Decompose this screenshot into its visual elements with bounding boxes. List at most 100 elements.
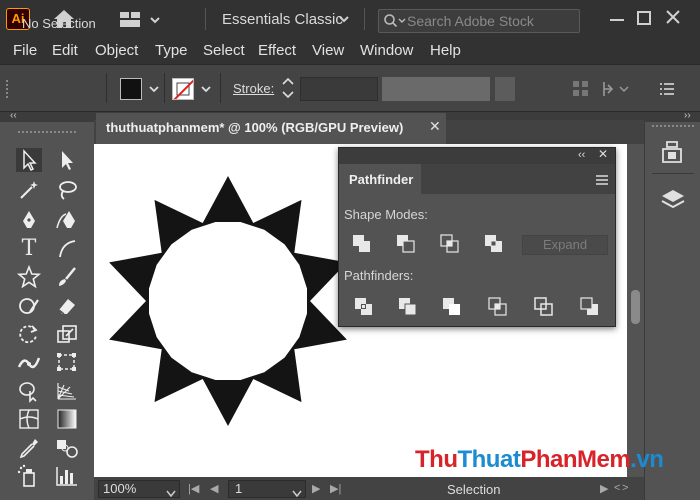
menu-bar: File Edit Object Type Select Effect View… [0,38,700,64]
menu-view[interactable]: View [312,42,344,59]
menu-object[interactable]: Object [95,42,138,59]
illustrator-window: Ai Essentials Classic File Edit Object T… [0,0,700,500]
gradient-tool-icon[interactable] [54,407,80,431]
scrollbar-thumb[interactable] [631,290,640,324]
watermark: ThuThuatPhanMem.vn [415,446,664,474]
rotate-tool-icon[interactable] [16,322,42,346]
scroll-left-icon[interactable]: < [614,482,620,494]
fill-color-swatch[interactable] [120,78,142,100]
chevron-down-icon[interactable] [292,485,302,500]
stock-search-input[interactable] [407,13,577,29]
control-separator [106,73,107,103]
divide-button[interactable] [352,295,376,319]
mesh-tool-icon[interactable] [16,407,42,431]
lasso-tool-icon[interactable] [54,178,80,202]
curvature-tool-icon[interactable] [54,208,80,232]
next-artboard-icon[interactable]: ▶ [312,482,320,495]
menu-type[interactable]: Type [155,42,188,59]
dropdown-button[interactable] [495,77,515,101]
menu-edit[interactable]: Edit [52,42,78,59]
selection-status: No Selection [22,16,96,31]
shape-builder-tool-icon[interactable] [16,379,42,403]
expand-button[interactable]: Expand [522,235,608,255]
eyedropper-tool-icon[interactable] [16,436,42,460]
chevron-down-icon[interactable] [147,82,161,101]
watermark-part: Thuat [457,446,521,473]
pathfinder-panel-header [339,148,615,164]
collapse-icon[interactable]: ›› [684,110,691,121]
merge-button[interactable] [440,295,464,319]
free-transform-tool-icon[interactable] [54,350,80,374]
chevron-down-icon[interactable] [338,12,350,30]
right-dock [644,112,700,500]
status-current-tool[interactable]: Selection [447,482,500,497]
direct-selection-tool-icon[interactable] [54,148,80,172]
first-artboard-icon[interactable]: |◀ [188,482,199,495]
gripper-icon[interactable] [18,131,76,134]
symbol-sprayer-tool-icon[interactable] [16,464,42,488]
close-panel-icon[interactable]: ✕ [598,147,608,161]
outline-button[interactable] [532,295,556,319]
perspective-grid-tool-icon[interactable] [54,379,80,403]
workspace-switcher[interactable]: Essentials Classic [222,11,343,28]
stroke-color-swatch[interactable] [172,78,194,100]
control-separator [164,73,165,103]
stock-search-box[interactable] [378,9,580,33]
paintbrush-tool-icon[interactable] [54,265,80,289]
intersect-button[interactable] [438,232,462,256]
scroll-right-icon[interactable]: > [622,482,628,494]
scale-tool-icon[interactable] [54,322,80,346]
pen-tool-icon[interactable] [16,208,42,232]
crop-button[interactable] [486,295,510,319]
title-divider [364,8,365,30]
stroke-stepper-icon[interactable] [280,75,296,106]
star-tool-icon[interactable] [16,264,42,289]
menu-file[interactable]: File [13,42,37,59]
menu-help[interactable]: Help [430,42,461,59]
maximize-icon[interactable] [637,11,651,25]
stroke-label[interactable]: Stroke: [233,81,274,96]
minimize-icon[interactable] [610,19,624,21]
gripper-icon[interactable] [652,125,694,128]
arrange-documents-icon[interactable] [120,11,162,34]
unite-button[interactable] [350,232,374,256]
layers-icon[interactable] [658,186,688,214]
previous-artboard-icon[interactable]: ◀ [210,482,218,495]
blend-tool-icon[interactable] [54,436,80,460]
type-tool-icon[interactable]: T [16,237,42,261]
panel-menu-icon[interactable] [594,173,610,192]
shaper-tool-icon[interactable] [16,294,42,318]
control-menu-icon[interactable] [658,80,676,103]
minus-front-button[interactable] [394,232,418,256]
chevron-down-icon[interactable] [166,485,176,500]
transform-icon[interactable] [602,80,630,103]
close-window-icon[interactable] [664,8,682,31]
collapse-icon[interactable]: ‹‹ [578,149,585,161]
shape-modes-label: Shape Modes: [344,207,428,222]
watermark-part: Thu [415,446,458,473]
libraries-icon[interactable] [658,138,688,166]
chevron-down-icon[interactable] [199,82,213,101]
last-artboard-icon[interactable]: ▶| [330,482,341,495]
status-menu-icon[interactable]: ▶ [600,482,608,495]
title-bar [0,0,700,38]
selection-tool-icon[interactable] [16,148,42,172]
eraser-tool-icon[interactable] [54,294,80,318]
column-graph-tool-icon[interactable] [54,464,80,488]
width-tool-icon[interactable] [16,350,42,374]
minus-back-button[interactable] [578,295,602,319]
style-dropdown[interactable] [382,77,490,101]
dock-header [644,112,700,122]
magic-wand-tool-icon[interactable] [16,178,42,202]
menu-select[interactable]: Select [203,42,245,59]
line-segment-tool-icon[interactable] [54,237,80,261]
exclude-button[interactable] [482,232,506,256]
align-icon[interactable] [572,80,590,103]
close-icon[interactable]: ✕ [429,118,441,135]
gripper-icon[interactable] [6,80,10,98]
collapse-icon[interactable]: ‹‹ [10,110,17,121]
menu-effect[interactable]: Effect [258,42,296,59]
stroke-weight-field[interactable] [300,77,378,101]
trim-button[interactable] [396,295,420,319]
menu-window[interactable]: Window [360,42,413,59]
